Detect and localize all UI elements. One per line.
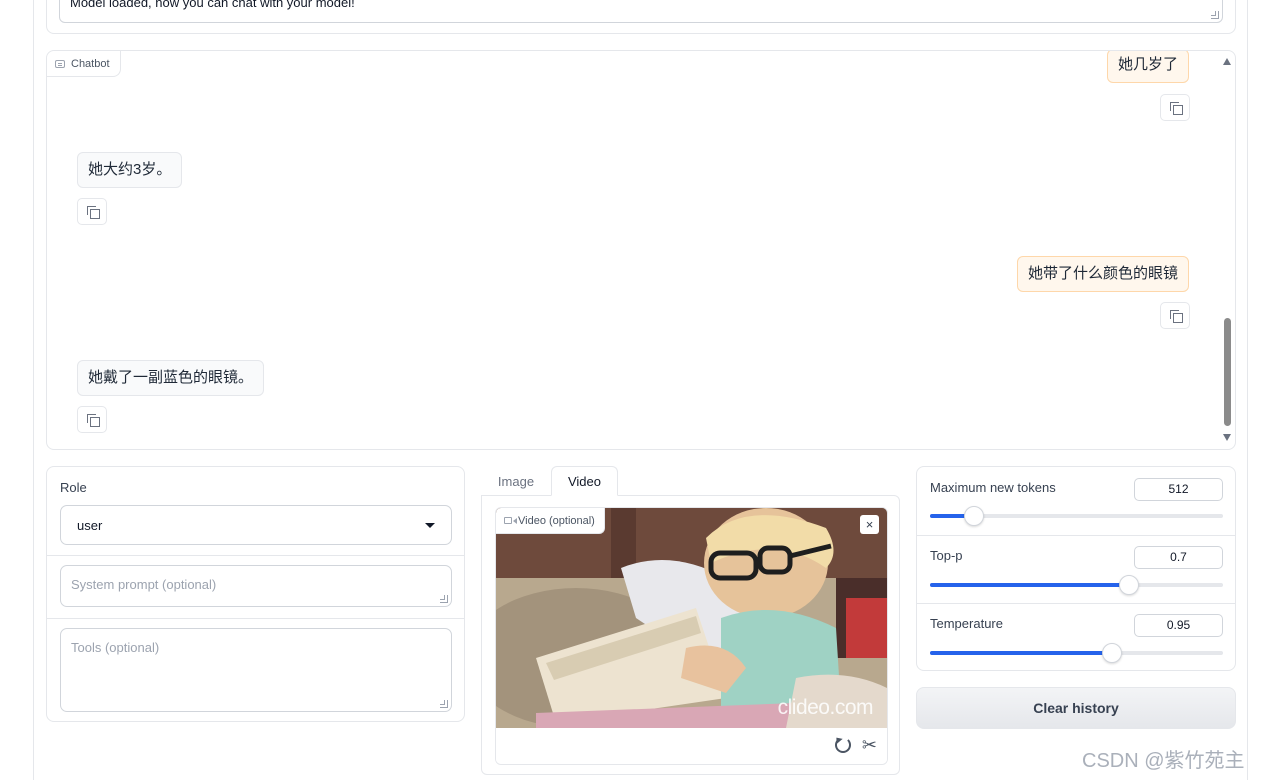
status-panel: Model loaded, now you can chat with your… [46,0,1236,34]
chat-bubble-icon [55,59,65,68]
temperature-slider-fill [930,651,1112,655]
resize-grip-icon[interactable] [1211,11,1219,19]
temperature-label: Temperature [930,616,1003,631]
tab-video[interactable]: Video [551,466,618,496]
video-preview[interactable]: Video (optional) × clideo.com [496,508,887,728]
temperature-slider-thumb[interactable] [1101,643,1122,663]
media-panel: Video (optional) × clideo.com ✂ [481,495,900,775]
bot-message: 她戴了一副蓝色的眼镜。 [77,360,265,396]
video-watermark: clideo.com [777,696,874,719]
copy-button[interactable] [77,406,107,433]
copy-icon [1170,102,1183,115]
copy-icon [87,206,100,219]
chatbot-panel: Chatbot 她几岁了 她大约3岁。 她带了什么颜色的眼镜 她戴了一副蓝色的眼… [46,50,1236,450]
max-tokens-label: Maximum new tokens [930,480,1056,495]
chatbot-label: Chatbot [47,51,121,77]
tools-input[interactable]: Tools (optional) [60,628,452,712]
bot-message: 她大约3岁。 [77,152,183,188]
top-p-slider-fill [930,583,1130,587]
temperature-slider[interactable] [930,643,1223,663]
close-video-button[interactable]: × [860,515,879,534]
generation-params-panel: Maximum new tokens 512 Top-p 0.7 Tempera… [916,466,1236,671]
scissors-icon[interactable]: ✂ [862,735,877,755]
tab-image[interactable]: Image [482,466,550,496]
copy-button[interactable] [1160,302,1190,329]
chatbot-label-text: Chatbot [71,57,110,70]
video-label: Video (optional) [496,508,605,534]
video-controls: ✂ [496,728,887,764]
copy-icon [1170,310,1183,323]
system-prompt-placeholder: System prompt (optional) [71,577,217,592]
temperature-input[interactable]: 0.95 [1134,614,1223,637]
app-page: Model loaded, now you can chat with your… [0,0,1274,780]
frame-border-left [33,0,34,780]
divider [47,555,464,556]
role-label: Role [60,480,87,495]
max-tokens-slider[interactable] [930,506,1223,526]
copy-button[interactable] [1160,94,1190,121]
divider [47,618,464,619]
user-message: 她几岁了 [1106,51,1189,83]
system-prompt-input[interactable]: System prompt (optional) [60,565,452,607]
scroll-up-arrow-icon[interactable] [1223,58,1231,65]
resize-grip-icon[interactable] [440,595,448,603]
status-textbox[interactable]: Model loaded, now you can chat with your… [59,0,1223,23]
top-p-input[interactable]: 0.7 [1134,546,1223,569]
scroll-down-arrow-icon[interactable] [1223,434,1231,441]
top-p-label: Top-p [930,548,963,563]
copy-button[interactable] [77,198,107,225]
video-camera-icon [504,517,517,524]
video-label-text: Video (optional) [518,514,595,527]
input-options-panel: Role user System prompt (optional) Tools… [46,466,465,722]
caret-down-icon [425,522,435,528]
status-text: Model loaded, now you can chat with your… [70,0,355,10]
user-message: 她带了什么颜色的眼镜 [1016,256,1189,292]
video-upload[interactable]: Video (optional) × clideo.com ✂ [495,507,888,765]
divider [917,603,1235,604]
role-dropdown[interactable]: user [60,505,452,545]
max-tokens-slider-thumb[interactable] [963,506,984,526]
role-selected-value: user [77,517,103,533]
resize-grip-icon[interactable] [440,700,448,708]
chat-scrollbar-thumb[interactable] [1224,318,1231,426]
max-tokens-input[interactable]: 512 [1134,478,1223,501]
top-p-slider-thumb[interactable] [1119,575,1140,595]
copy-icon [87,414,100,427]
top-p-slider[interactable] [930,575,1223,595]
clear-history-button[interactable]: Clear history [916,687,1236,729]
frame-border-right [1247,0,1248,780]
divider [917,535,1235,536]
undo-icon[interactable] [835,737,851,753]
tools-placeholder: Tools (optional) [71,640,160,655]
csdn-watermark: CSDN @紫竹苑主 [1082,750,1245,772]
video-frame-image [496,508,887,728]
